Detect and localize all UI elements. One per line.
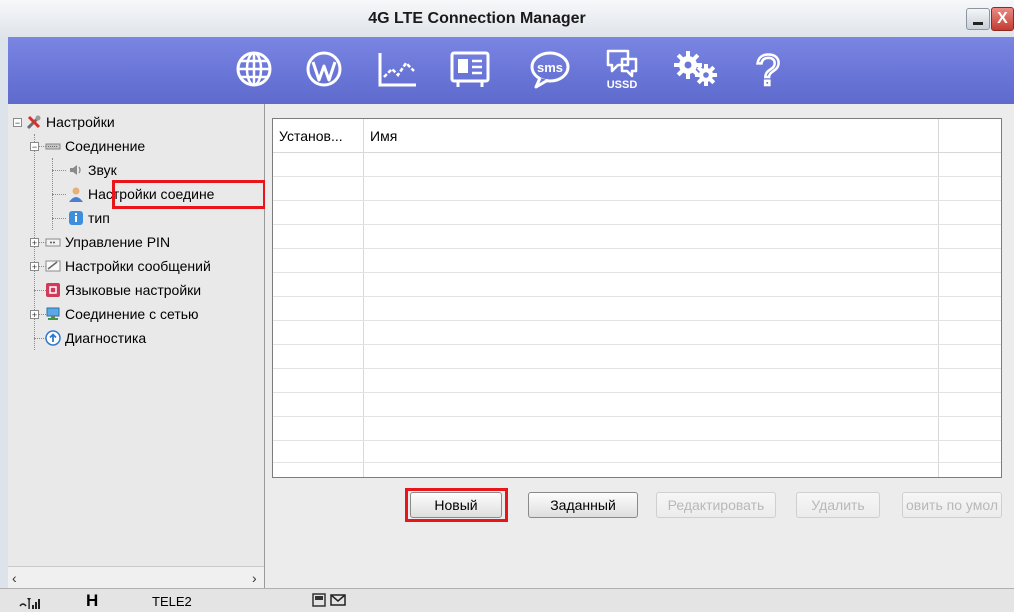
table-row[interactable] — [273, 200, 1001, 225]
sms-storage-icon — [312, 593, 326, 610]
title-bar: 4G LTE Connection Manager X — [0, 0, 1014, 38]
tree-horizontal-scrollbar[interactable]: ‹ › — [8, 566, 264, 589]
tree-line — [52, 218, 66, 219]
internet-icon[interactable] — [230, 45, 278, 93]
table-row[interactable] — [273, 272, 1001, 297]
tree-item-label: Соединение — [65, 138, 146, 154]
tree-item-pin[interactable]: Управление PIN — [45, 230, 170, 254]
expand-toggle[interactable]: + — [30, 262, 39, 272]
operator-name: TELE2 — [152, 594, 192, 609]
help-icon[interactable]: ? — [744, 45, 792, 93]
language-icon — [45, 282, 61, 298]
set-default-button[interactable]: Заданный — [528, 492, 638, 518]
table-row[interactable] — [273, 224, 1001, 249]
tree-line — [52, 170, 66, 171]
tree-item-label: тип — [88, 210, 110, 226]
ussd-icon[interactable]: USSD — [598, 45, 646, 93]
tree-item-messages[interactable]: Настройки сообщений — [45, 254, 211, 278]
tree-item-language[interactable]: Языковые настройки — [45, 278, 201, 302]
table-row[interactable] — [273, 368, 1001, 393]
tools-icon — [26, 114, 42, 130]
table-row[interactable] — [273, 416, 1001, 441]
speaker-icon — [68, 162, 84, 178]
collapse-toggle[interactable]: − — [13, 118, 22, 128]
tree-item-label: Языковые настройки — [65, 282, 202, 298]
table-row[interactable] — [273, 392, 1001, 417]
minimize-button[interactable] — [966, 8, 990, 30]
tree-item-label: Настройки — [46, 114, 115, 130]
profiles-table[interactable]: Установ... Имя — [272, 118, 1002, 478]
network-icon — [45, 306, 61, 322]
delete-profile-button[interactable]: Удалить — [796, 492, 880, 518]
tree-item-type[interactable]: тип — [68, 206, 110, 230]
help-text: ? — [756, 47, 780, 91]
sms-text: sms — [537, 60, 563, 75]
tree-item-label: Настройки соедине — [88, 186, 215, 202]
settings-tree-panel: − Настройки − Соединение Звук Настройки … — [8, 104, 266, 588]
edit-profile-button[interactable]: Редактировать — [656, 492, 776, 518]
settings-tree: − Настройки − Соединение Звук Настройки … — [12, 110, 264, 570]
expand-toggle[interactable]: + — [30, 238, 39, 248]
scroll-left-arrow-icon[interactable]: ‹ — [12, 570, 17, 586]
tree-item-label: Диагностика — [65, 330, 147, 346]
table-row[interactable] — [273, 320, 1001, 345]
info-icon — [68, 210, 84, 226]
table-row[interactable] — [273, 152, 1001, 177]
table-row[interactable] — [273, 344, 1001, 369]
scroll-right-arrow-icon[interactable]: › — [252, 570, 257, 586]
tree-item-network[interactable]: Соединение с сетью — [45, 302, 199, 326]
tree-item-label: Настройки сообщений — [65, 258, 211, 274]
window-border — [0, 37, 8, 588]
user-icon — [68, 186, 84, 202]
tree-line — [52, 194, 66, 195]
new-profile-button[interactable]: Новый — [410, 492, 502, 518]
message-settings-icon — [45, 258, 61, 274]
collapse-toggle[interactable]: − — [30, 142, 39, 152]
table-row[interactable] — [273, 296, 1001, 321]
tree-item-label: Звук — [88, 162, 117, 178]
minimize-icon — [973, 22, 983, 25]
wordpress-icon[interactable] — [300, 45, 348, 93]
tree-item-settings[interactable]: Настройки — [26, 110, 115, 134]
tree-item-label: Управление PIN — [65, 234, 171, 250]
settings-gears-icon[interactable] — [672, 45, 720, 93]
main-toolbar: sms USSD ? — [8, 37, 1014, 106]
expand-toggle[interactable]: + — [30, 310, 39, 320]
tree-item-diagnostics[interactable]: Диагностика — [45, 326, 146, 350]
sms-icon[interactable]: sms — [526, 45, 574, 93]
network-type: H — [86, 591, 99, 610]
tree-item-label: Соединение с сетью — [65, 306, 199, 322]
contacts-icon[interactable] — [446, 45, 494, 93]
column-header-installed[interactable]: Установ... — [279, 128, 343, 144]
table-row[interactable] — [273, 440, 1001, 463]
tree-item-connection[interactable]: Соединение — [45, 134, 145, 158]
tree-item-connection-settings[interactable]: Настройки соедине — [68, 182, 214, 206]
connection-icon — [45, 138, 61, 154]
ussd-text: USSD — [607, 79, 638, 91]
window-title: 4G LTE Connection Manager — [368, 10, 586, 27]
restore-default-button[interactable]: овить по умол — [902, 492, 1002, 518]
close-button[interactable]: X — [991, 7, 1014, 31]
table-row[interactable] — [273, 176, 1001, 201]
diagnostics-icon — [45, 330, 61, 346]
signal-strength-icon — [18, 594, 44, 613]
envelope-icon — [330, 593, 346, 610]
tree-item-sound[interactable]: Звук — [68, 158, 117, 182]
table-row[interactable] — [273, 248, 1001, 273]
status-bar: H TELE2 — [0, 588, 1014, 612]
statistics-icon[interactable] — [374, 45, 422, 93]
pin-icon — [45, 234, 61, 250]
column-header-name[interactable]: Имя — [370, 128, 397, 144]
